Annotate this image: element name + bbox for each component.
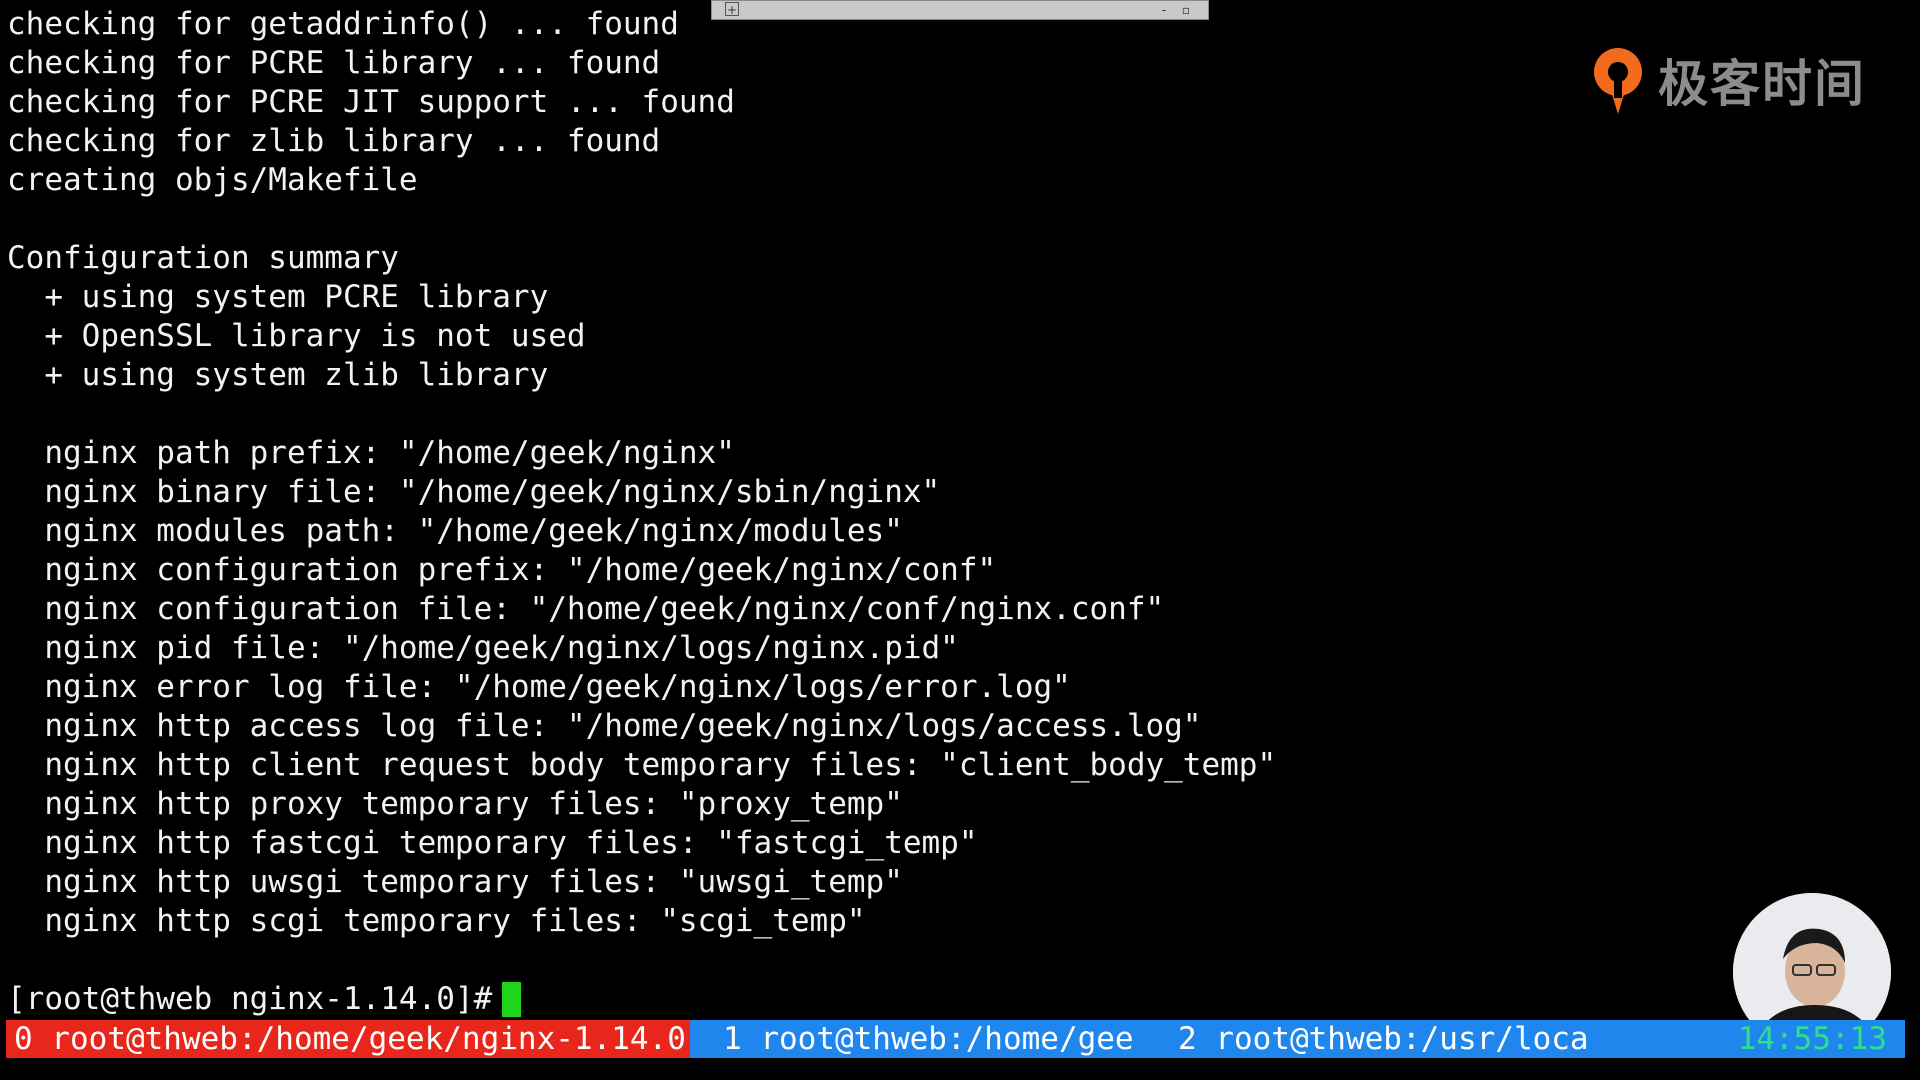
terminal-line: checking for PCRE JIT support ... found: [7, 84, 735, 120]
terminal-line: nginx http fastcgi temporary files: "fas…: [7, 825, 978, 861]
shell-prompt-line[interactable]: [root@thweb nginx-1.14.0]#: [7, 980, 522, 1019]
terminal-line: nginx binary file: "/home/geek/nginx/sbi…: [7, 474, 941, 510]
terminal-line: nginx http scgi temporary files: "scgi_t…: [7, 903, 866, 939]
terminal-line: + OpenSSL library is not used: [7, 318, 586, 354]
terminal-line: checking for PCRE library ... found: [7, 45, 661, 81]
terminal-line: nginx http uwsgi temporary files: "uwsgi…: [7, 864, 903, 900]
terminal-line: nginx configuration prefix: "/home/geek/…: [7, 552, 997, 588]
terminal-line: + using system PCRE library: [7, 279, 549, 315]
status-clock: 14:55:13: [1737, 1021, 1887, 1057]
terminal-line: checking for zlib library ... found: [7, 123, 661, 159]
terminal-line: nginx http proxy temporary files: "proxy…: [7, 786, 903, 822]
pin-icon[interactable]: +: [725, 2, 739, 17]
tmux-window-tab-2[interactable]: 2 root@thweb:/usr/loca: [1170, 1020, 1597, 1058]
tmux-window-tab-1[interactable]: 1 root@thweb:/home/gee: [715, 1020, 1142, 1058]
terminal-line: + using system zlib library: [7, 357, 549, 393]
terminal-line: nginx http client request body temporary…: [7, 747, 1277, 783]
terminal-line: nginx error log file: "/home/geek/nginx/…: [7, 669, 1071, 705]
geektime-logo: 极客时间: [1588, 44, 1866, 116]
terminal-line: nginx path prefix: "/home/geek/nginx": [7, 435, 735, 471]
terminal-line: checking for getaddrinfo() ... found: [7, 6, 679, 42]
terminal-cursor: [502, 982, 522, 1017]
window-controls[interactable]: - ▫: [1162, 1, 1196, 19]
shell-prompt: [root@thweb nginx-1.14.0]#: [7, 981, 493, 1017]
floating-window-titlebar[interactable]: + - ▫: [711, 0, 1209, 20]
terminal-line: creating objs/Makefile: [7, 162, 418, 198]
terminal-line: Configuration summary: [7, 240, 399, 276]
geektime-logo-icon: [1594, 48, 1642, 114]
terminal-line: nginx configuration file: "/home/geek/ng…: [7, 591, 1165, 627]
terminal-window[interactable]: checking for getaddrinfo() ... found che…: [0, 0, 1920, 1030]
logo-text: 极客时间: [1658, 55, 1866, 113]
terminal-line: nginx pid file: "/home/geek/nginx/logs/n…: [7, 630, 959, 666]
terminal-line: nginx modules path: "/home/geek/nginx/mo…: [7, 513, 903, 549]
tmux-status-bar: 0 root@thweb:/home/geek/nginx-1.14.0 1 r…: [6, 1020, 1905, 1058]
tmux-window-tab-0[interactable]: 0 root@thweb:/home/geek/nginx-1.14.0: [6, 1020, 690, 1058]
terminal-line: nginx http access log file: "/home/geek/…: [7, 708, 1202, 744]
